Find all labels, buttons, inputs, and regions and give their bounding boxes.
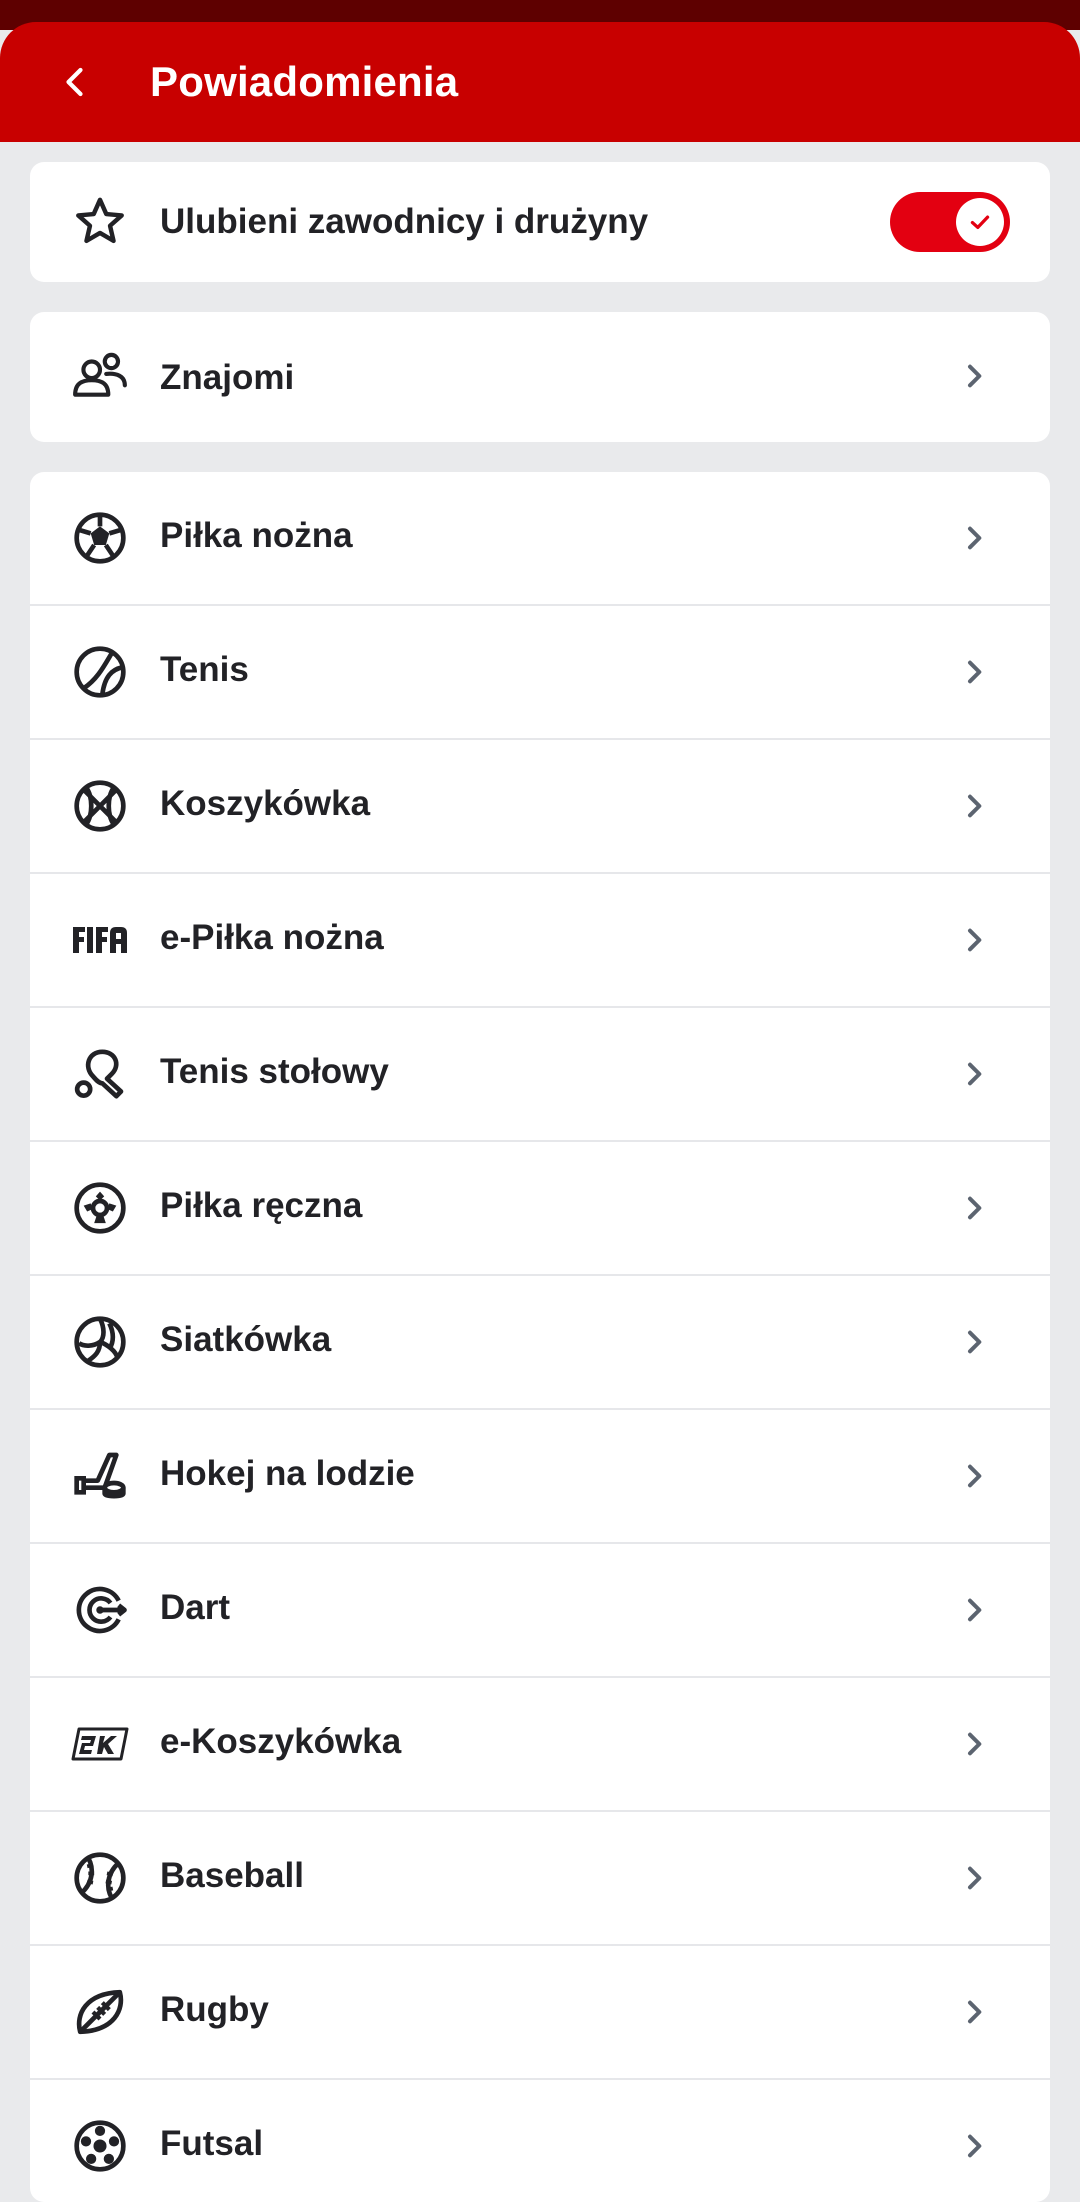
- sport-label: Baseball: [160, 1856, 304, 1895]
- ice-hockey-icon: [70, 1448, 130, 1504]
- chevron-right-icon: [968, 364, 982, 388]
- friends-icon: [70, 348, 130, 404]
- chevron-right-icon: [968, 1196, 982, 1220]
- sport-row-ice-hockey[interactable]: Hokej na lodzie: [30, 1410, 1050, 1544]
- sport-label: Tenis stołowy: [160, 1052, 389, 1091]
- friends-card: Znajomi: [30, 312, 1050, 442]
- futsal-icon: [70, 2118, 130, 2174]
- handball-icon: [70, 1180, 130, 1236]
- sport-row-ebasketball[interactable]: e-Koszykówka: [30, 1678, 1050, 1812]
- sport-label: e-Piłka nożna: [160, 918, 384, 957]
- sport-label: Piłka ręczna: [160, 1186, 363, 1225]
- friends-label: Znajomi: [160, 358, 295, 397]
- sport-label: Futsal: [160, 2124, 264, 2163]
- 2k-icon: [70, 1716, 130, 1772]
- chevron-right-icon: [968, 1732, 982, 1756]
- favorites-label: Ulubieni zawodnicy i drużyny: [160, 202, 649, 241]
- sport-label: Tenis: [160, 650, 249, 689]
- sport-label: Piłka nożna: [160, 516, 353, 555]
- sport-row-rugby[interactable]: Rugby: [30, 1946, 1050, 2080]
- checkmark-icon: [970, 215, 990, 230]
- sport-label: Siatkówka: [160, 1320, 332, 1359]
- tennis-icon: [70, 644, 130, 700]
- app-header: Powiadomienia: [0, 22, 1080, 142]
- sport-row-basketball[interactable]: Koszykówka: [30, 740, 1050, 874]
- sport-row-volleyball[interactable]: Siatkówka: [30, 1276, 1050, 1410]
- fifa-icon: [70, 912, 130, 968]
- chevron-right-icon: [968, 928, 982, 952]
- sport-label: Rugby: [160, 1990, 269, 2029]
- friends-row[interactable]: Znajomi: [30, 312, 1050, 442]
- sport-row-efootball[interactable]: e-Piłka nożna: [30, 874, 1050, 1008]
- toggle-knob: [956, 198, 1004, 246]
- arrow-left-icon: [66, 67, 83, 97]
- chevron-right-icon: [968, 794, 982, 818]
- chevron-right-icon: [968, 1330, 982, 1354]
- page-title: Powiadomienia: [150, 58, 459, 105]
- baseball-icon: [70, 1850, 130, 1906]
- sport-row-handball[interactable]: Piłka ręczna: [30, 1142, 1050, 1276]
- sport-row-futsal[interactable]: Futsal: [30, 2080, 1050, 2202]
- favorites-toggle[interactable]: [890, 192, 1010, 252]
- chevron-right-icon: [968, 2000, 982, 2024]
- chevron-right-icon: [968, 1866, 982, 1890]
- favorites-row: Ulubieni zawodnicy i drużyny: [30, 162, 1050, 282]
- basketball-icon: [70, 778, 130, 834]
- sport-label: Koszykówka: [160, 784, 371, 823]
- chevron-right-icon: [968, 2134, 982, 2158]
- chevron-right-icon: [968, 1062, 982, 1086]
- sport-row-table-tennis[interactable]: Tenis stołowy: [30, 1008, 1050, 1142]
- sports-card: Piłka nożna Tenis Koszykówka e-Piłka noż…: [30, 472, 1050, 2202]
- volleyball-icon: [70, 1314, 130, 1370]
- sport-row-tennis[interactable]: Tenis: [30, 606, 1050, 740]
- sport-label: Hokej na lodzie: [160, 1454, 415, 1493]
- sport-row-baseball[interactable]: Baseball: [30, 1812, 1050, 1946]
- chevron-right-icon: [968, 1598, 982, 1622]
- sport-row-football[interactable]: Piłka nożna: [30, 472, 1050, 606]
- rugby-icon: [70, 1984, 130, 2040]
- chevron-right-icon: [968, 660, 982, 684]
- darts-icon: [70, 1582, 130, 1638]
- sport-label: e-Koszykówka: [160, 1722, 402, 1761]
- sport-label: Dart: [160, 1588, 231, 1627]
- football-icon: [70, 510, 130, 566]
- chevron-right-icon: [968, 1464, 982, 1488]
- table-tennis-icon: [70, 1046, 130, 1102]
- sport-row-darts[interactable]: Dart: [30, 1544, 1050, 1678]
- back-button[interactable]: [40, 46, 112, 118]
- chevron-right-icon: [968, 526, 982, 550]
- star-icon: [70, 194, 130, 250]
- favorites-card: Ulubieni zawodnicy i drużyny: [30, 162, 1050, 282]
